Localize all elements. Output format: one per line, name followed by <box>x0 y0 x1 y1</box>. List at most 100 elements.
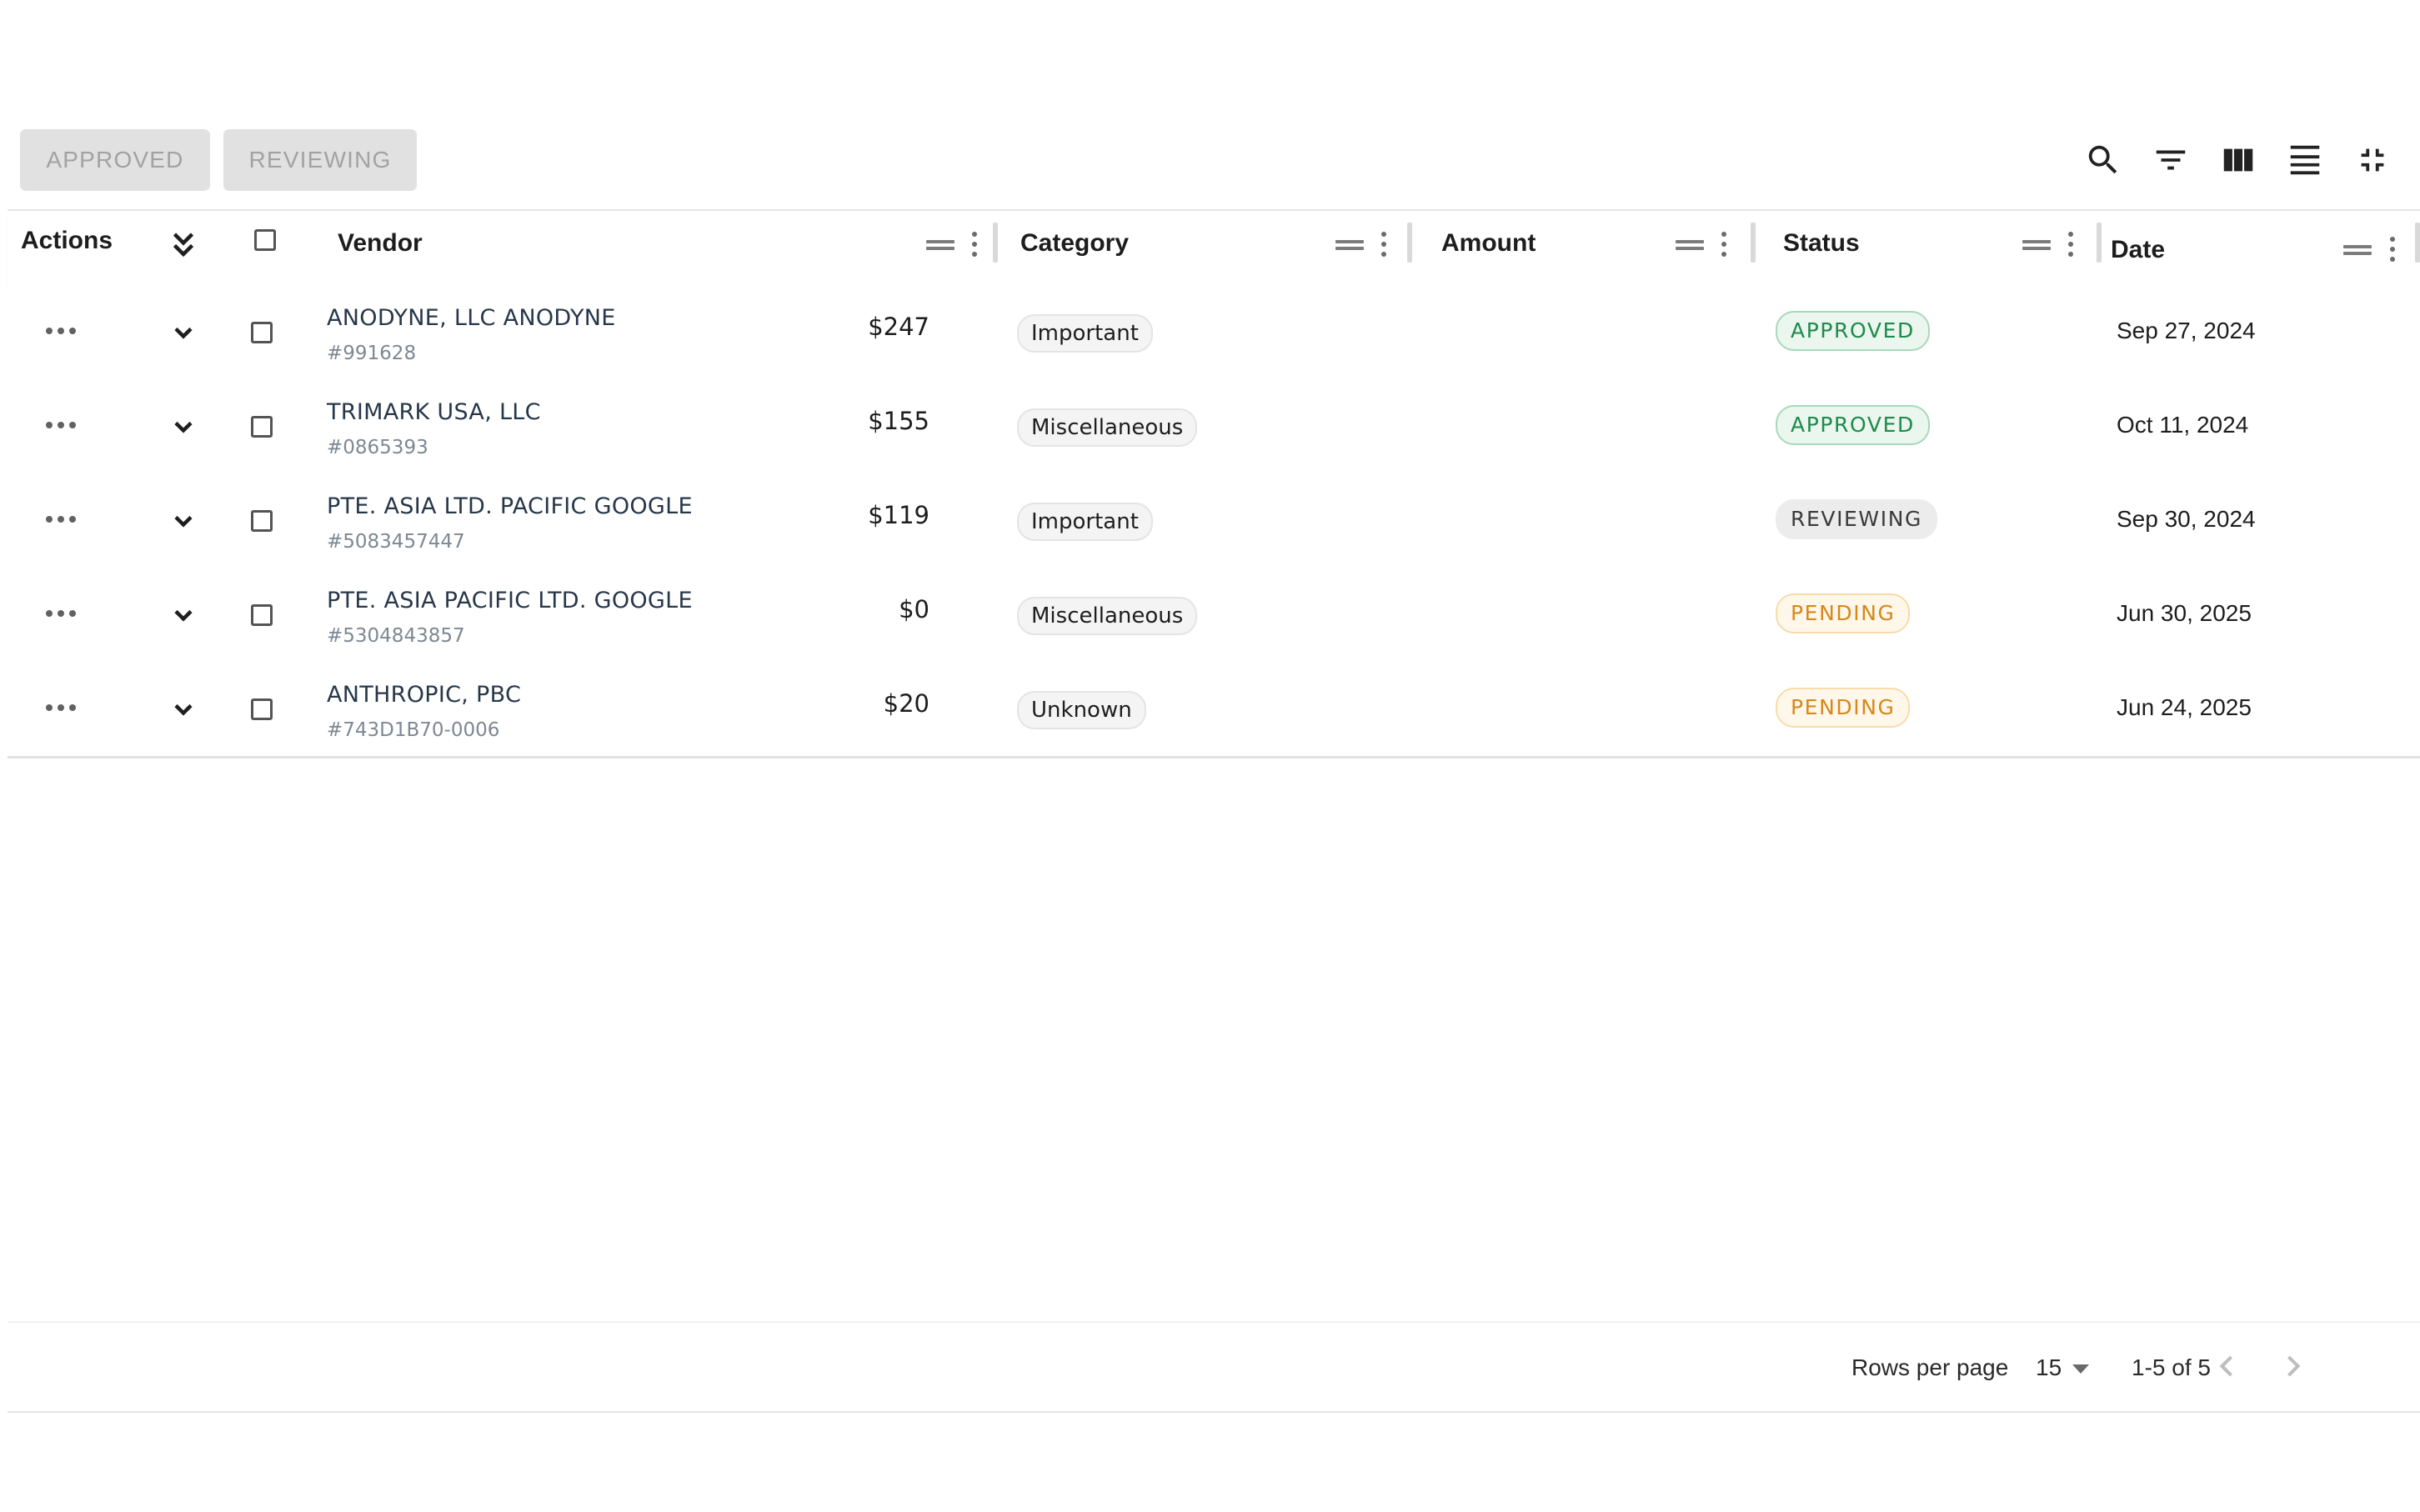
table-header: Actions Vendor Category Amount Status Da… <box>8 209 2420 286</box>
vendor-id: #5304843857 <box>327 625 465 647</box>
select-all-checkbox[interactable] <box>254 229 276 251</box>
approved-filter-button[interactable]: APPROVED <box>20 129 210 191</box>
amount-column-menu-icon[interactable] <box>1717 230 1731 258</box>
date-value: Sep 30, 2024 <box>2117 506 2256 532</box>
vendor-name[interactable]: ANTHROPIC, PBC <box>327 682 521 708</box>
status-badge: PENDING <box>1776 593 1911 633</box>
caret-down-icon <box>2072 1364 2089 1374</box>
header-category: Category <box>1012 211 1412 286</box>
columns-icon[interactable] <box>2219 141 2257 179</box>
header-actions: Actions <box>8 211 158 286</box>
header-status-label[interactable]: Status <box>1783 229 1860 258</box>
rows-per-page-label: Rows per page <box>1851 1354 2009 1380</box>
search-icon[interactable] <box>2084 141 2122 179</box>
date-value: Jun 30, 2025 <box>2117 600 2252 626</box>
amount-value: $20 <box>883 689 929 718</box>
category-column-menu-icon[interactable] <box>1377 230 1390 258</box>
expand-row-icon[interactable] <box>168 694 198 724</box>
category-chip: Miscellaneous <box>1017 408 1198 447</box>
status-drag-handle-icon[interactable] <box>2022 236 2051 254</box>
table-row: PTE. ASIA LTD. PACIFIC GOOGLE #508345744… <box>8 474 2420 570</box>
vendor-id: #5083457447 <box>327 531 465 553</box>
amount-drag-handle-icon[interactable] <box>1676 236 1704 254</box>
header-amount: Amount <box>1425 211 1758 286</box>
row-actions-icon[interactable] <box>46 699 78 716</box>
category-chip: Miscellaneous <box>1017 597 1198 635</box>
category-chip: Important <box>1017 503 1153 541</box>
amount-value: $0 <box>899 595 929 623</box>
table-row: PTE. ASIA PACIFIC LTD. GOOGLE #530484385… <box>8 568 2420 664</box>
category-chip: Unknown <box>1017 691 1146 729</box>
header-status: Status <box>1766 211 2100 286</box>
header-actions-label: Actions <box>21 227 113 254</box>
header-category-label[interactable]: Category <box>1020 229 1129 258</box>
vendor-id: #991628 <box>327 343 417 364</box>
row-actions-icon[interactable] <box>46 417 78 433</box>
rows-per-page-select[interactable]: 15 <box>2036 1351 2102 1384</box>
pagination-footer: Rows per page 15 1-5 of 5 <box>8 1321 2420 1413</box>
date-resize-handle[interactable] <box>2415 223 2420 263</box>
row-checkbox[interactable] <box>251 416 273 438</box>
category-chip: Important <box>1017 314 1153 353</box>
amount-value: $247 <box>868 313 929 341</box>
data-table: Actions Vendor Category Amount Status Da… <box>8 209 2420 761</box>
date-value: Jun 24, 2025 <box>2117 694 2252 720</box>
rows-per-page-value: 15 <box>2036 1354 2062 1380</box>
status-column-menu-icon[interactable] <box>2064 230 2077 258</box>
fullscreen-exit-icon[interactable] <box>2353 141 2392 179</box>
vendor-id: #743D1B70-0006 <box>327 719 500 741</box>
amount-value: $155 <box>868 407 929 435</box>
expand-row-icon[interactable] <box>168 412 198 442</box>
date-column-menu-icon[interactable] <box>2386 235 2399 263</box>
status-badge: PENDING <box>1776 688 1911 728</box>
header-amount-label[interactable]: Amount <box>1441 229 1536 258</box>
expand-all-icon[interactable] <box>168 229 198 264</box>
vendor-name[interactable]: PTE. ASIA LTD. PACIFIC GOOGLE <box>327 493 693 519</box>
expand-row-icon[interactable] <box>168 318 198 348</box>
row-actions-icon[interactable] <box>46 605 78 622</box>
vendor-name[interactable]: TRIMARK USA, LLC <box>327 399 541 425</box>
next-page-icon[interactable] <box>2275 1348 2312 1384</box>
header-date: Date <box>2108 211 2420 286</box>
vendor-column-menu-icon[interactable] <box>968 230 981 258</box>
status-badge: APPROVED <box>1776 311 1930 351</box>
row-actions-icon[interactable] <box>46 511 78 528</box>
vendor-id: #0865393 <box>327 437 428 458</box>
previous-page-icon[interactable] <box>2208 1348 2245 1384</box>
table-row: ANODYNE, LLC ANODYNE #991628 Important $… <box>8 286 2420 382</box>
amount-value: $119 <box>868 501 929 529</box>
row-checkbox[interactable] <box>251 698 273 720</box>
reviewing-filter-button[interactable]: REVIEWING <box>223 129 417 191</box>
date-value: Sep 27, 2024 <box>2117 318 2256 343</box>
row-checkbox[interactable] <box>251 510 273 532</box>
row-checkbox[interactable] <box>251 322 273 343</box>
date-drag-handle-icon[interactable] <box>2343 241 2372 259</box>
status-badge: REVIEWING <box>1776 499 1938 539</box>
footer-bottom-divider <box>8 1411 2420 1413</box>
table-row: ANTHROPIC, PBC #743D1B70-0006 Unknown $2… <box>8 663 2420 759</box>
vendor-resize-handle[interactable] <box>993 223 998 263</box>
status-resize-handle[interactable] <box>2097 223 2102 263</box>
vendor-name[interactable]: ANODYNE, LLC ANODYNE <box>327 305 616 331</box>
category-resize-handle[interactable] <box>1407 223 1412 263</box>
header-vendor-label[interactable]: Vendor <box>338 229 423 258</box>
vendor-name[interactable]: PTE. ASIA PACIFIC LTD. GOOGLE <box>327 588 693 613</box>
table-row: TRIMARK USA, LLC #0865393 Miscellaneous … <box>8 380 2420 476</box>
expand-row-icon[interactable] <box>168 600 198 630</box>
vendor-drag-handle-icon[interactable] <box>926 236 954 254</box>
row-actions-icon[interactable] <box>46 323 78 339</box>
pagination-range: 1-5 of 5 <box>2132 1354 2211 1380</box>
expand-row-icon[interactable] <box>168 506 198 536</box>
filter-icon[interactable] <box>2152 141 2190 179</box>
status-badge: APPROVED <box>1776 405 1930 445</box>
footer-divider <box>8 1321 2420 1323</box>
density-icon[interactable] <box>2286 141 2324 179</box>
header-date-label[interactable]: Date <box>2111 236 2165 264</box>
table-toolbar: APPROVED REVIEWING <box>0 129 2420 191</box>
table-bottom-divider <box>8 756 2420 759</box>
amount-resize-handle[interactable] <box>1751 223 1756 263</box>
date-value: Oct 11, 2024 <box>2117 412 2249 438</box>
row-checkbox[interactable] <box>251 604 273 626</box>
category-drag-handle-icon[interactable] <box>1335 236 1364 254</box>
header-vendor: Vendor <box>324 211 991 286</box>
